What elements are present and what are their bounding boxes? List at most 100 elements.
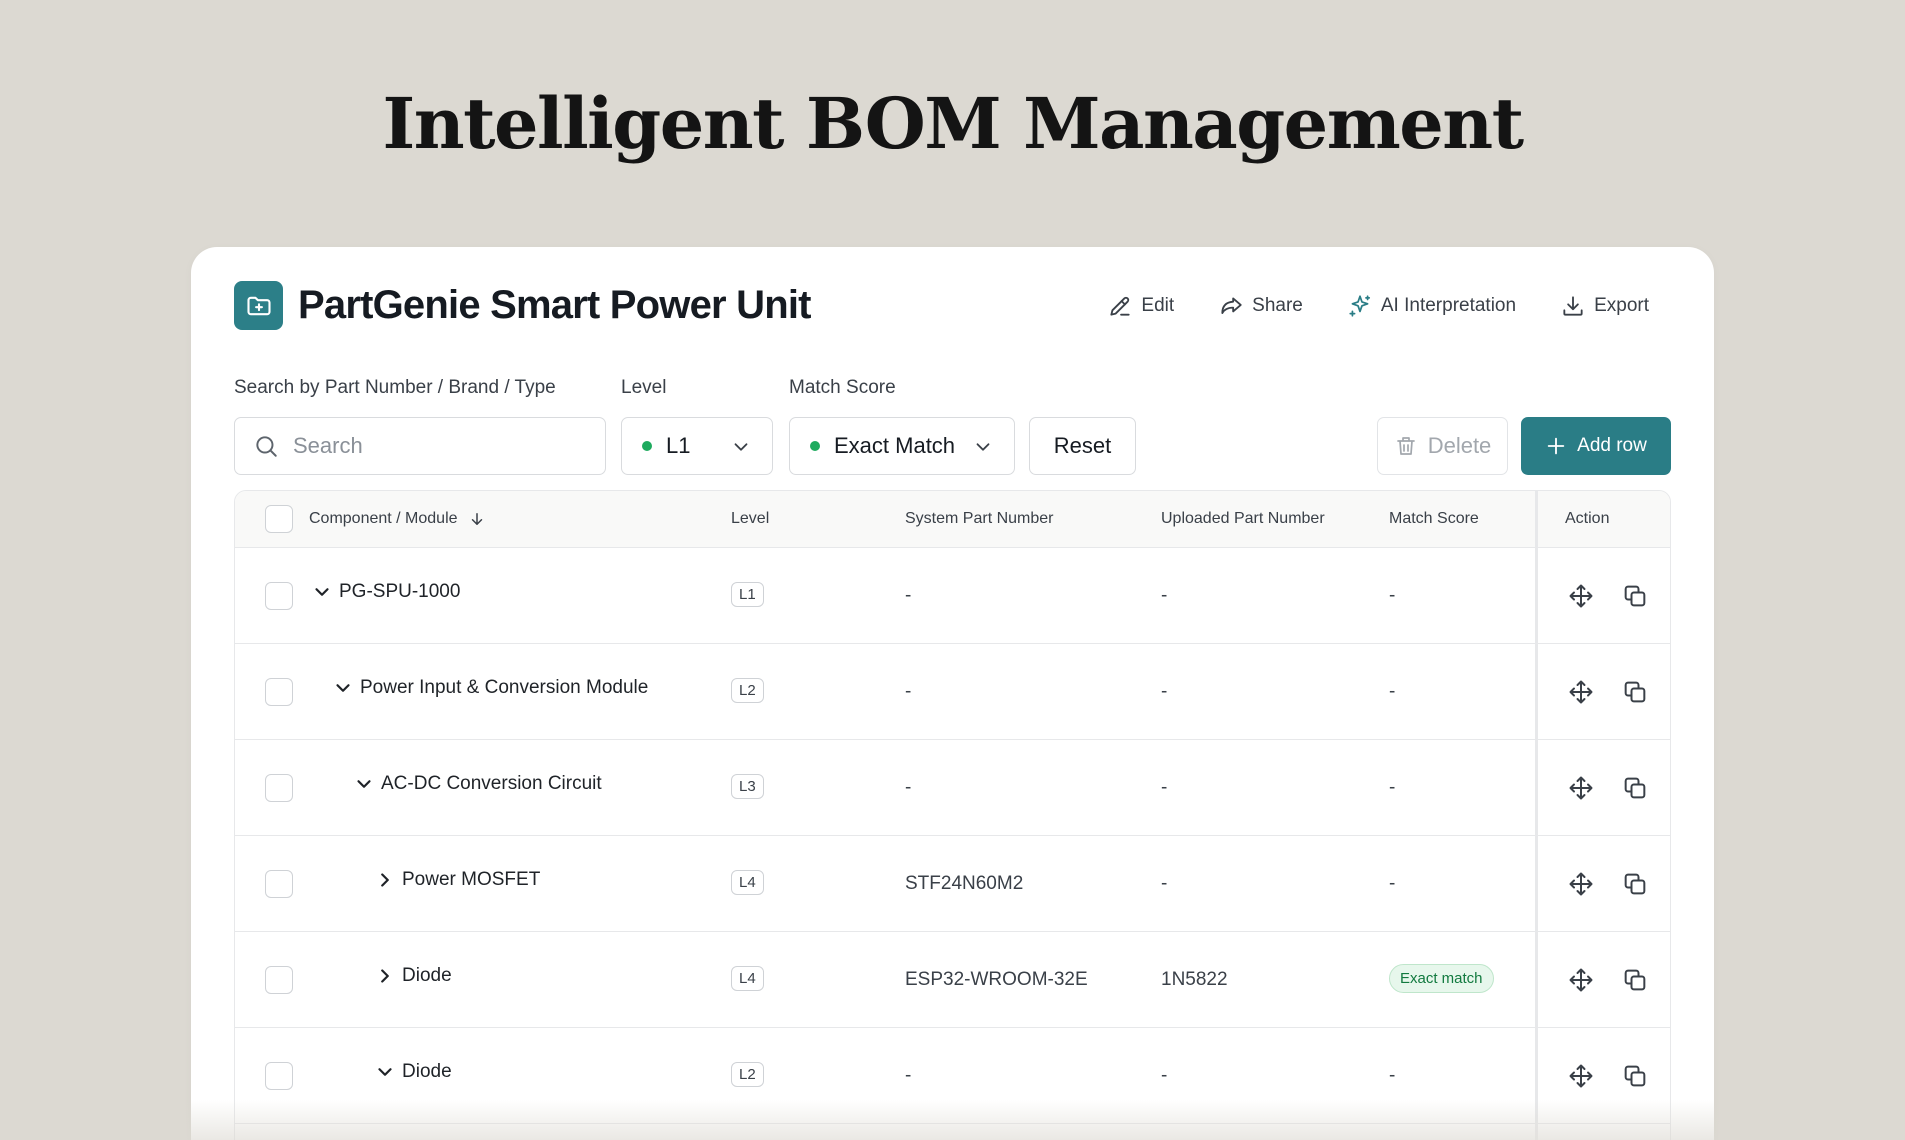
column-header-component[interactable]: Component / Module [309, 510, 486, 528]
edit-button[interactable]: Edit [1085, 287, 1196, 325]
component-name: Power MOSFET [402, 869, 541, 890]
bom-table: Component / Module Level System Part Num… [234, 490, 1671, 1140]
level-label: Level [621, 377, 667, 398]
chevron-down-icon[interactable] [374, 1061, 396, 1083]
sparkle-icon [1349, 295, 1370, 317]
copy-icon[interactable] [1621, 1062, 1649, 1090]
row-checkbox[interactable] [265, 1062, 293, 1090]
download-icon [1563, 296, 1583, 316]
add-row-button[interactable]: Add row [1521, 417, 1671, 475]
arrow-down-icon [471, 513, 482, 525]
move-arrows-icon[interactable] [1567, 1062, 1595, 1090]
column-header-action: Action [1565, 510, 1610, 527]
project-title: PartGenie Smart Power Unit [298, 283, 811, 327]
match-score-value: - [1389, 777, 1396, 798]
copy-icon[interactable] [1621, 966, 1649, 994]
select-all-checkbox[interactable] [265, 505, 293, 533]
table-row[interactable]: AC-DC Conversion Circuit L3 - - - [235, 740, 1670, 836]
uploaded-part-number: - [1161, 777, 1168, 798]
chevron-right-icon[interactable] [374, 965, 396, 987]
trash-icon [1396, 437, 1415, 455]
row-checkbox[interactable] [265, 774, 293, 802]
level-select[interactable]: L1 [621, 417, 773, 475]
column-header-uploaded-part: Uploaded Part Number [1161, 510, 1325, 527]
component-cell: Diode [374, 1061, 452, 1083]
level-badge: L4 [731, 870, 764, 895]
component-name: Diode [402, 965, 452, 986]
system-part-number: STF24N60M2 [905, 873, 1024, 894]
level-status-dot [642, 441, 652, 451]
level-badge: L3 [731, 774, 764, 799]
component-cell: Power Input & Conversion Module [332, 677, 648, 699]
system-part-number: - [905, 777, 912, 798]
table-row[interactable]: Diode L2 - - - [235, 1028, 1670, 1124]
column-header-level: Level [731, 510, 770, 527]
table-row[interactable]: PG-SPU-1000 L1 - - - [235, 548, 1670, 644]
component-cell: Diode [374, 965, 452, 987]
ai-interpretation-button[interactable]: AI Interpretation [1325, 287, 1538, 325]
match-score-value: - [1389, 1065, 1396, 1086]
delete-button[interactable]: Delete [1377, 417, 1508, 475]
match-score-badge: Exact match [1389, 964, 1494, 993]
match-score-value: - [1389, 873, 1396, 894]
column-header-component-label: Component / Module [309, 510, 458, 527]
chevron-right-icon[interactable] [374, 869, 396, 891]
table-row[interactable]: Power MOSFET L4 STF24N60M2 - - [235, 836, 1670, 932]
component-cell: PG-SPU-1000 [311, 581, 460, 603]
table-row[interactable]: Diode L4 ESP32-WROOM-32E 1N5822 Exact match [235, 932, 1670, 1028]
chevron-down-icon[interactable] [311, 581, 333, 603]
chevron-down-icon [976, 443, 990, 451]
move-arrows-icon[interactable] [1567, 678, 1595, 706]
row-checkbox[interactable] [265, 966, 293, 994]
filter-bar: Search by Part Number / Brand / Type Lev… [234, 377, 1671, 475]
export-button[interactable]: Export [1538, 287, 1671, 325]
column-header-system-part: System Part Number [905, 510, 1054, 527]
copy-icon[interactable] [1621, 870, 1649, 898]
component-name: Diode [402, 1061, 452, 1082]
uploaded-part-number: - [1161, 585, 1168, 606]
component-cell: AC-DC Conversion Circuit [353, 773, 602, 795]
copy-icon[interactable] [1621, 582, 1649, 610]
match-score-value: Exact Match [834, 433, 956, 458]
search-icon [256, 436, 277, 457]
match-score-label: Match Score [789, 377, 896, 398]
move-arrows-icon[interactable] [1567, 774, 1595, 802]
level-badge: L2 [731, 1062, 764, 1087]
delete-label: Delete [1427, 433, 1492, 458]
share-button[interactable]: Share [1196, 287, 1325, 325]
match-score-select[interactable]: Exact Match [789, 417, 1015, 475]
system-part-number: - [905, 585, 912, 606]
level-badge: L1 [731, 582, 764, 607]
header-actions: Edit Share AI Interpretation Export [1085, 287, 1671, 325]
match-score-value: - [1389, 585, 1396, 606]
bom-card: PartGenie Smart Power Unit Edit Share AI… [191, 247, 1714, 1140]
uploaded-part-number: - [1161, 681, 1168, 702]
pencil-icon [1110, 296, 1131, 316]
search-placeholder: Search [293, 433, 363, 458]
search-input[interactable]: Search [234, 417, 606, 475]
chevron-down-icon[interactable] [332, 677, 354, 699]
uploaded-part-number: - [1161, 873, 1168, 894]
move-arrows-icon[interactable] [1567, 582, 1595, 610]
system-part-number: - [905, 681, 912, 702]
row-checkbox[interactable] [265, 582, 293, 610]
component-cell: Power MOSFET [374, 869, 540, 891]
reset-button[interactable]: Reset [1029, 417, 1136, 475]
hero-title: Intelligent BOM Management [382, 82, 1524, 165]
copy-icon[interactable] [1621, 678, 1649, 706]
system-part-number: - [905, 1065, 912, 1086]
copy-icon[interactable] [1621, 774, 1649, 802]
component-name: AC-DC Conversion Circuit [381, 773, 602, 794]
row-checkbox[interactable] [265, 678, 293, 706]
move-arrows-icon[interactable] [1567, 966, 1595, 994]
match-score-value: - [1389, 681, 1396, 702]
export-label: Export [1594, 295, 1649, 316]
table-row[interactable]: Power Input & Conversion Module L2 - - - [235, 644, 1670, 740]
share-label: Share [1252, 295, 1303, 316]
plus-icon [1547, 437, 1565, 455]
search-label: Search by Part Number / Brand / Type [234, 377, 556, 398]
edit-label: Edit [1141, 295, 1175, 316]
row-checkbox[interactable] [265, 870, 293, 898]
chevron-down-icon[interactable] [353, 773, 375, 795]
move-arrows-icon[interactable] [1567, 870, 1595, 898]
